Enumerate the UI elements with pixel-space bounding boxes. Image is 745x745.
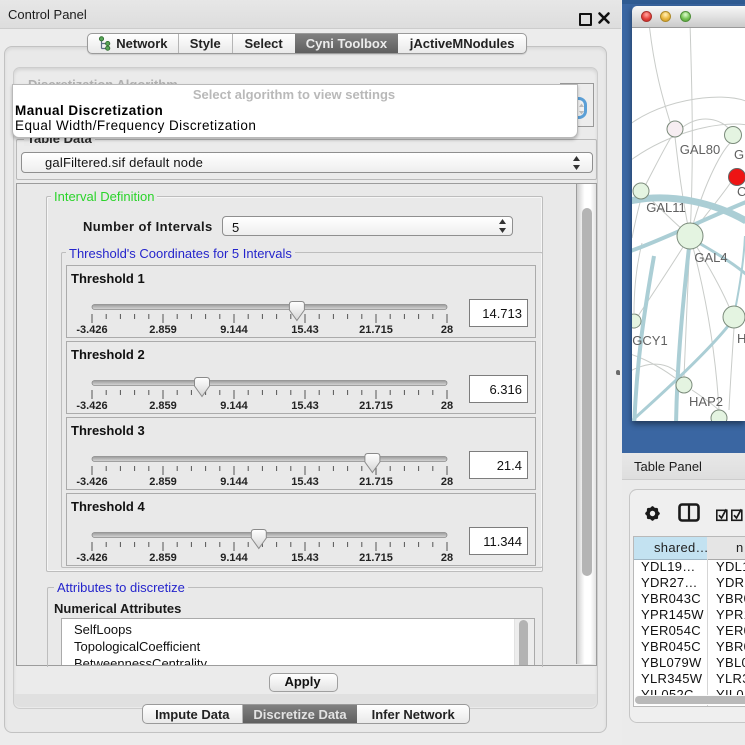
svg-text:-3.426: -3.426	[76, 400, 107, 412]
svg-text:28: 28	[441, 400, 453, 412]
svg-text:21.715: 21.715	[359, 476, 393, 488]
svg-text:-3.426: -3.426	[76, 552, 107, 564]
svg-text:21.715: 21.715	[359, 552, 393, 564]
svg-text:9.144: 9.144	[220, 552, 248, 564]
svg-text:2.859: 2.859	[149, 324, 177, 336]
svg-text:GAL80: GAL80	[680, 142, 720, 157]
svg-text:C: C	[737, 184, 745, 199]
svg-text:21.715: 21.715	[359, 324, 393, 336]
svg-text:15.43: 15.43	[291, 476, 319, 488]
svg-text:9.144: 9.144	[220, 476, 248, 488]
svg-text:2.859: 2.859	[149, 552, 177, 564]
svg-text:15.43: 15.43	[291, 552, 319, 564]
svg-text:GAL4: GAL4	[694, 250, 727, 265]
svg-text:28: 28	[441, 324, 453, 336]
svg-text:G.: G.	[734, 147, 745, 162]
svg-text:28: 28	[441, 552, 453, 564]
svg-text:15.43: 15.43	[291, 324, 319, 336]
svg-text:HAP2: HAP2	[689, 394, 723, 409]
svg-text:9.144: 9.144	[220, 400, 248, 412]
svg-text:2.859: 2.859	[149, 476, 177, 488]
svg-text:H: H	[737, 331, 745, 346]
svg-text:28: 28	[441, 476, 453, 488]
svg-text:-3.426: -3.426	[76, 324, 107, 336]
svg-text:2.859: 2.859	[149, 400, 177, 412]
svg-text:-3.426: -3.426	[76, 476, 107, 488]
svg-text:GAL11: GAL11	[646, 200, 686, 215]
svg-text:GCY1: GCY1	[632, 333, 667, 348]
svg-text:9.144: 9.144	[220, 324, 248, 336]
svg-text:21.715: 21.715	[359, 400, 393, 412]
svg-text:15.43: 15.43	[291, 400, 319, 412]
